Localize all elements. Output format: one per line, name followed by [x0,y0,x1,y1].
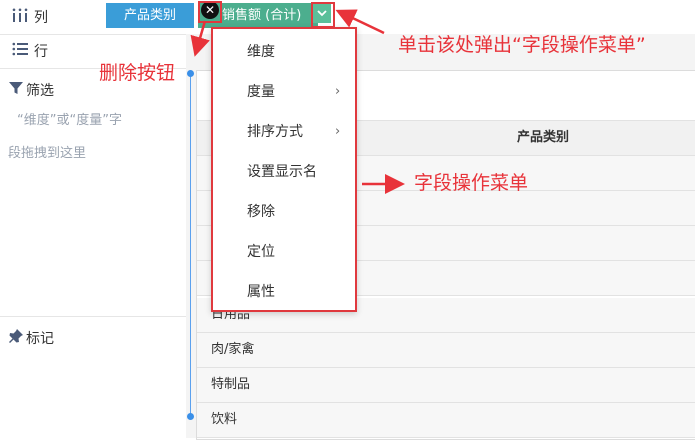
dropdown-arrow [335,9,385,35]
annotation-field-menu: 字段操作菜单 [414,172,529,194]
annotation-delete-button: 删除按钮 [99,62,176,84]
annotation-click-popup: 单击该处弹出“字段操作菜单” [398,34,646,56]
delete-arrow [190,20,210,57]
